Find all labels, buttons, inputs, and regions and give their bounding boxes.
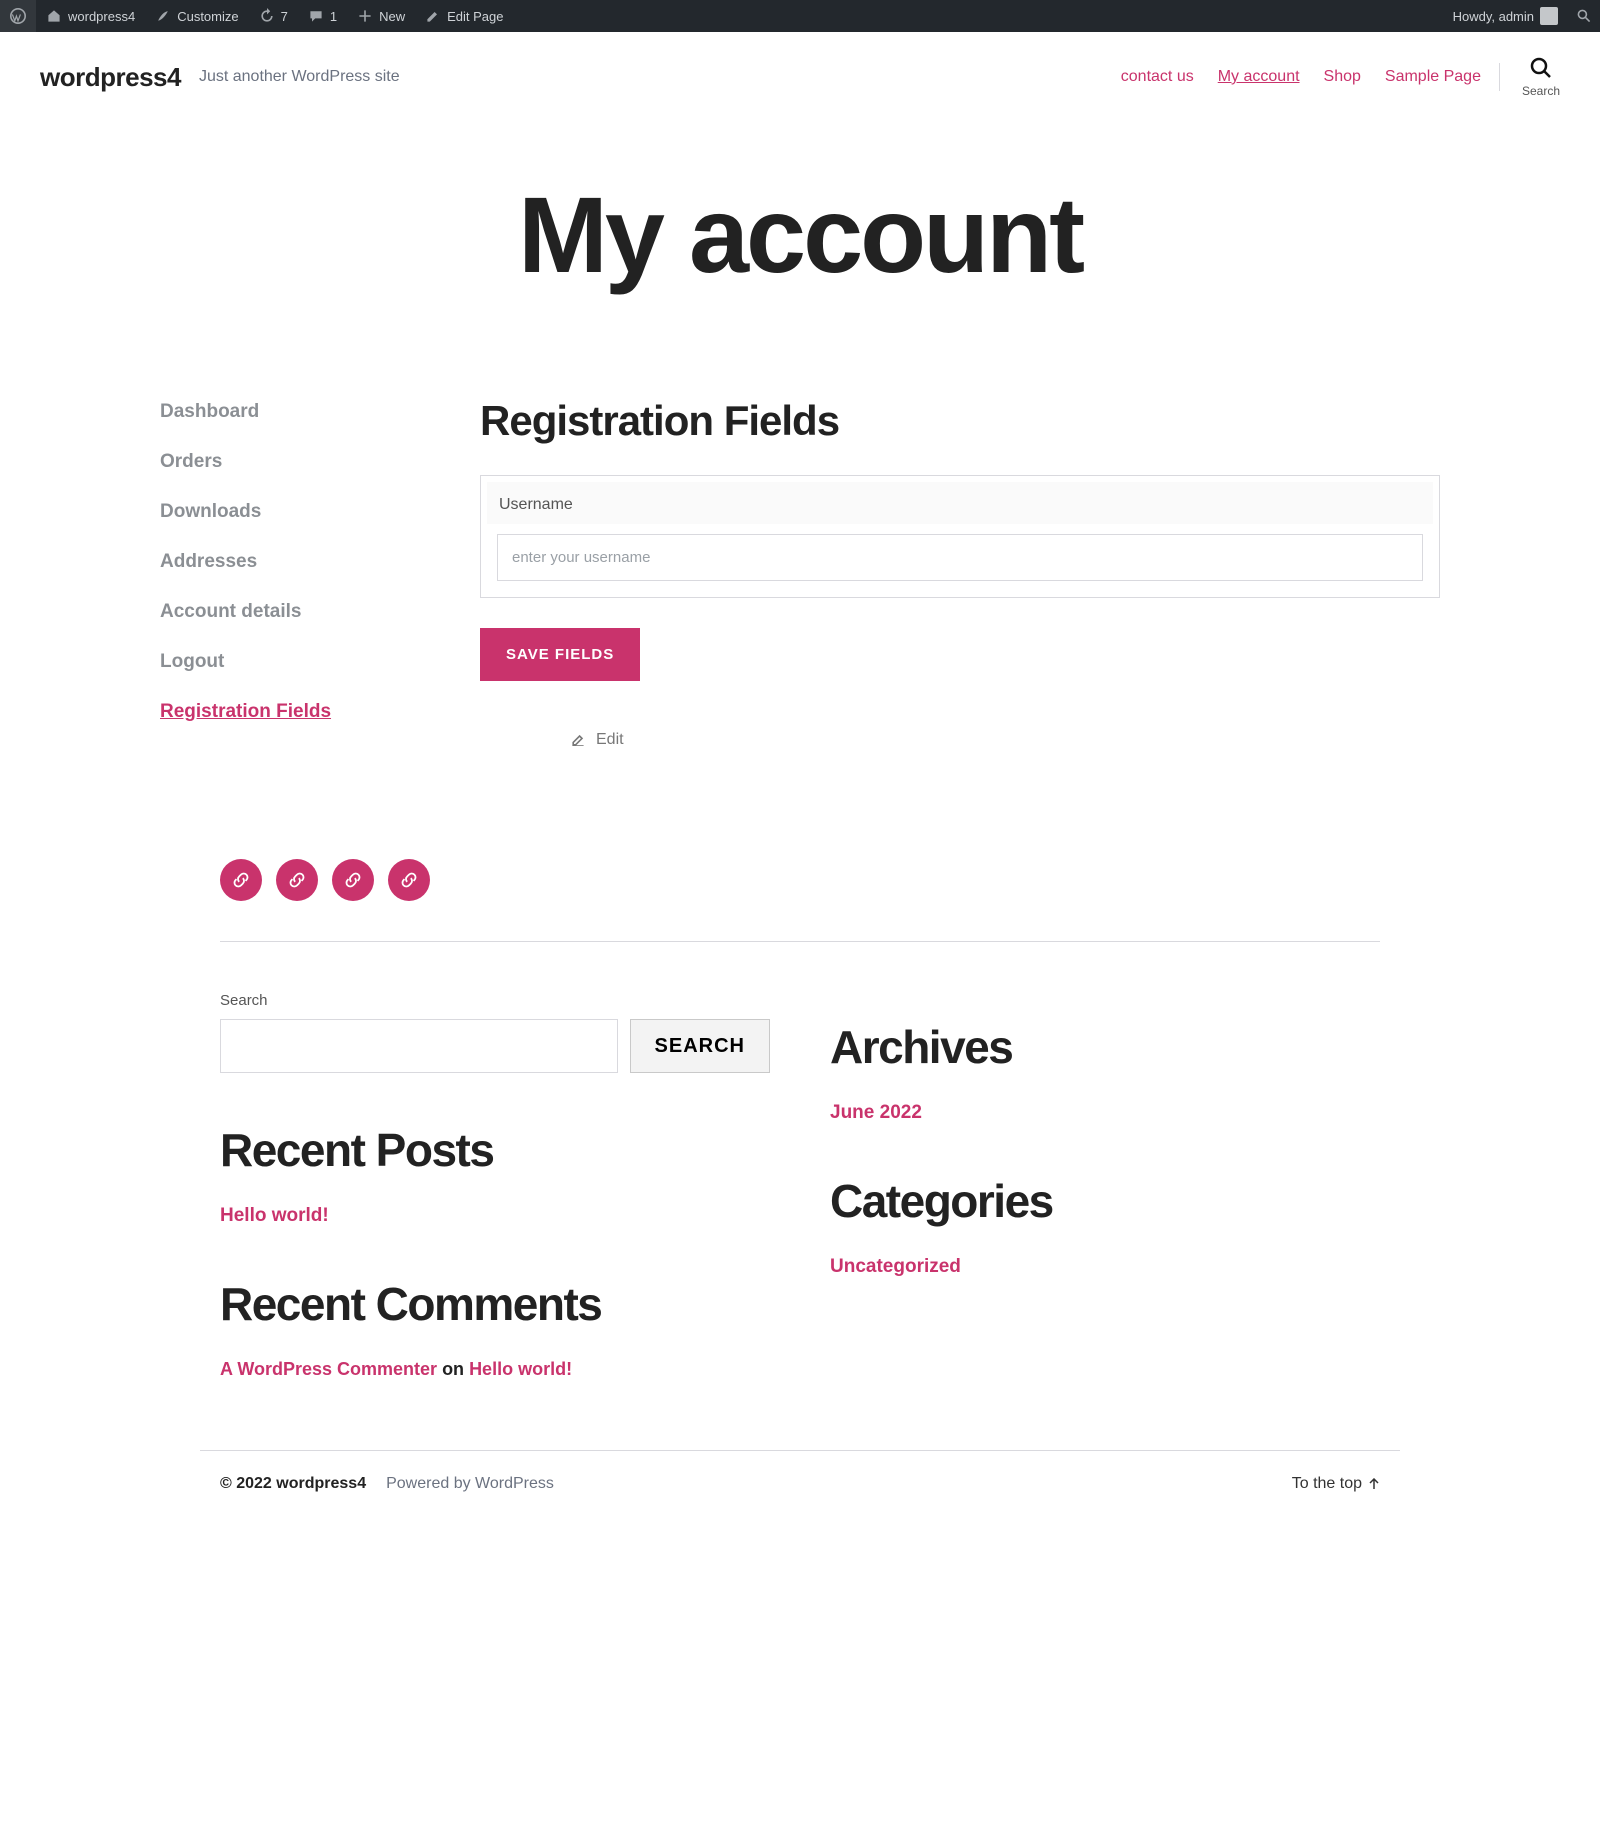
account-nav-dashboard[interactable]: Dashboard	[160, 387, 420, 437]
account-nav-downloads-link[interactable]: Downloads	[160, 501, 261, 522]
wordpress-icon	[10, 8, 26, 24]
edit-page-label: Edit Page	[447, 9, 503, 24]
divider	[1499, 63, 1500, 91]
comment-author-link[interactable]: A WordPress Commenter	[220, 1359, 437, 1379]
username-field-label: Username	[487, 482, 1433, 524]
copyright: © 2022 wordpress4	[220, 1475, 366, 1493]
account-nav: Dashboard Orders Downloads Addresses Acc…	[160, 387, 420, 789]
edit-icon	[570, 732, 586, 748]
howdy-text: Howdy, admin	[1453, 9, 1534, 24]
account-nav-logout[interactable]: Logout	[160, 637, 420, 687]
footer-search-button[interactable]: SEARCH	[630, 1019, 770, 1073]
categories-heading: Categories	[830, 1174, 1380, 1228]
site-title[interactable]: wordpress4	[40, 62, 181, 93]
comment-icon	[308, 8, 324, 24]
comments-count: 1	[330, 9, 337, 24]
social-links	[220, 829, 1380, 931]
category-link[interactable]: Uncategorized	[830, 1256, 1380, 1278]
edit-page-link[interactable]: Edit Page	[415, 0, 513, 32]
social-link-3[interactable]	[332, 859, 374, 901]
admin-search-toggle[interactable]	[1568, 0, 1600, 32]
save-fields-button[interactable]: SAVE FIELDS	[480, 628, 640, 681]
account-nav-registration-fields-link[interactable]: Registration Fields	[160, 701, 331, 722]
search-toggle[interactable]: Search	[1522, 56, 1560, 98]
wp-logo-menu[interactable]	[0, 0, 36, 32]
powered-by[interactable]: Powered by WordPress	[386, 1475, 554, 1493]
recent-post-link[interactable]: Hello world!	[220, 1205, 770, 1227]
recent-comment-item: A WordPress Commenter on Hello world!	[220, 1359, 770, 1380]
account-nav-orders[interactable]: Orders	[160, 437, 420, 487]
page-title: My account	[0, 172, 1600, 297]
account-nav-addresses[interactable]: Addresses	[160, 537, 420, 587]
plus-icon	[357, 8, 373, 24]
search-toggle-label: Search	[1522, 84, 1560, 98]
link-icon	[288, 871, 306, 889]
account-content: Registration Fields Username SAVE FIELDS…	[480, 387, 1440, 789]
comment-on-text: on	[437, 1359, 469, 1379]
social-link-2[interactable]	[276, 859, 318, 901]
comments-link[interactable]: 1	[298, 0, 347, 32]
account-wrap: Dashboard Orders Downloads Addresses Acc…	[50, 387, 1550, 789]
search-widget-label: Search	[220, 992, 770, 1009]
footer-widgets: Search SEARCH Recent Posts Hello world! …	[200, 992, 1400, 1380]
new-link[interactable]: New	[347, 0, 415, 32]
update-icon	[259, 8, 275, 24]
pencil-icon	[425, 8, 441, 24]
recent-posts-heading: Recent Posts	[220, 1123, 770, 1177]
site-tagline: Just another WordPress site	[199, 68, 400, 86]
brush-icon	[155, 8, 171, 24]
social-link-4[interactable]	[388, 859, 430, 901]
account-nav-registration-fields[interactable]: Registration Fields	[160, 687, 420, 737]
updates-link[interactable]: 7	[249, 0, 298, 32]
archives-heading: Archives	[830, 1020, 1380, 1074]
arrow-up-icon	[1368, 1478, 1380, 1490]
edit-label: Edit	[596, 731, 624, 749]
wp-admin-bar: wordpress4 Customize 7 1 New Edit Page H…	[0, 0, 1600, 32]
site-footer: © 2022 wordpress4 Powered by WordPress T…	[200, 1450, 1400, 1533]
registration-fields-heading: Registration Fields	[480, 397, 1440, 445]
updates-count: 7	[281, 9, 288, 24]
comment-post-link[interactable]: Hello world!	[469, 1359, 572, 1379]
recent-comments-heading: Recent Comments	[220, 1277, 770, 1331]
customize-link[interactable]: Customize	[145, 0, 248, 32]
new-label: New	[379, 9, 405, 24]
search-icon	[1576, 8, 1592, 24]
site-header: wordpress4 Just another WordPress site c…	[0, 32, 1600, 122]
social-link-1[interactable]	[220, 859, 262, 901]
search-icon	[1529, 56, 1553, 80]
site-name: wordpress4	[68, 9, 135, 24]
to-top-label: To the top	[1292, 1475, 1362, 1493]
to-top-link[interactable]: To the top	[1292, 1475, 1380, 1493]
account-nav-downloads[interactable]: Downloads	[160, 487, 420, 537]
link-icon	[344, 871, 362, 889]
link-icon	[232, 871, 250, 889]
account-nav-orders-link[interactable]: Orders	[160, 451, 222, 472]
nav-my-account[interactable]: My account	[1218, 68, 1300, 86]
edit-page-inline[interactable]: Edit	[570, 731, 1440, 749]
customize-label: Customize	[177, 9, 238, 24]
nav-sample-page[interactable]: Sample Page	[1385, 68, 1481, 86]
account-nav-details-link[interactable]: Account details	[160, 601, 301, 622]
nav-shop[interactable]: Shop	[1324, 68, 1361, 86]
username-field-box: Username	[480, 475, 1440, 598]
account-nav-logout-link[interactable]: Logout	[160, 651, 224, 672]
account-menu[interactable]: Howdy, admin	[1443, 0, 1568, 32]
avatar	[1540, 7, 1558, 25]
site-menu[interactable]: wordpress4	[36, 0, 145, 32]
username-input[interactable]	[497, 534, 1423, 581]
primary-nav: contact us My account Shop Sample Page	[1121, 68, 1481, 86]
nav-contact-us[interactable]: contact us	[1121, 68, 1194, 86]
link-icon	[400, 871, 418, 889]
home-icon	[46, 8, 62, 24]
account-nav-addresses-link[interactable]: Addresses	[160, 551, 257, 572]
footer-search-input[interactable]	[220, 1019, 618, 1073]
account-nav-details[interactable]: Account details	[160, 587, 420, 637]
archive-link[interactable]: June 2022	[830, 1102, 1380, 1124]
account-nav-dashboard-link[interactable]: Dashboard	[160, 401, 259, 422]
footer-divider	[220, 941, 1380, 942]
